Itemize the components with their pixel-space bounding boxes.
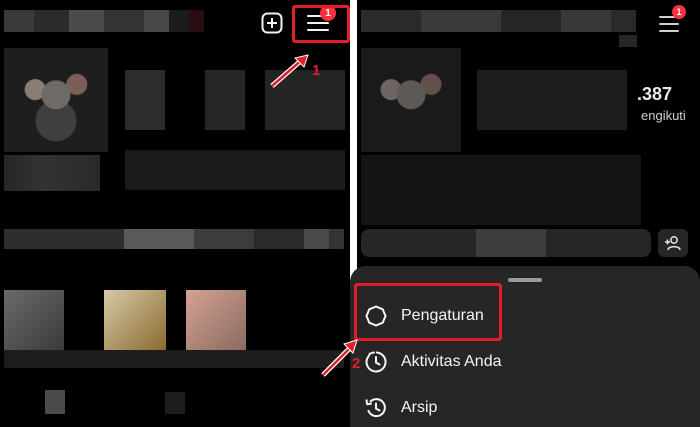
options-bottom-sheet: Pengaturan Aktivitas Anda Arsip bbox=[350, 266, 700, 427]
sheet-grabber[interactable] bbox=[508, 278, 542, 282]
edit-profile-button[interactable] bbox=[361, 229, 651, 257]
blurred-pixels bbox=[165, 392, 185, 414]
menu-item-archive[interactable]: Arsip bbox=[350, 385, 700, 427]
blurred-pixels bbox=[361, 155, 641, 225]
annotation-arrow-icon bbox=[270, 54, 309, 88]
blurred-pixels bbox=[619, 35, 637, 47]
discover-people-button[interactable] bbox=[658, 229, 688, 257]
followers-count: .387 bbox=[637, 84, 673, 104]
blurred-bio bbox=[4, 229, 344, 249]
blurred-stats bbox=[125, 150, 345, 190]
notification-badge-right: 1 bbox=[672, 5, 686, 19]
blurred-pixels bbox=[4, 350, 344, 368]
blurred-pixels bbox=[4, 155, 100, 191]
blurred-stats bbox=[477, 70, 627, 130]
plus-square-icon bbox=[261, 12, 283, 34]
menu-item-label: Arsip bbox=[401, 399, 438, 416]
archive-icon bbox=[365, 398, 386, 418]
blurred-username bbox=[361, 10, 636, 32]
blurred-avatar bbox=[361, 48, 461, 152]
menu-item-activity[interactable]: Aktivitas Anda bbox=[350, 339, 700, 385]
activity-icon bbox=[365, 351, 387, 373]
blurred-highlight bbox=[104, 290, 166, 350]
blurred-stats bbox=[205, 70, 245, 130]
menu-item-label: Aktivitas Anda bbox=[401, 353, 502, 370]
blurred-username bbox=[4, 10, 204, 32]
new-post-button[interactable] bbox=[261, 12, 283, 34]
step-number-1: 1 bbox=[312, 62, 321, 79]
highlight-box-settings bbox=[354, 283, 502, 341]
followers-label: engikuti bbox=[641, 108, 686, 123]
step-number-2: 2 bbox=[352, 355, 361, 372]
blurred-highlight bbox=[186, 290, 246, 350]
blurred-highlight bbox=[4, 290, 64, 350]
profile-screen-left: 1 1 bbox=[0, 0, 350, 427]
blurred-pixels bbox=[45, 390, 65, 414]
highlight-box-menu bbox=[292, 5, 350, 43]
add-person-icon bbox=[665, 236, 681, 251]
blurred-avatar bbox=[4, 48, 108, 152]
blurred-stats bbox=[125, 70, 165, 130]
